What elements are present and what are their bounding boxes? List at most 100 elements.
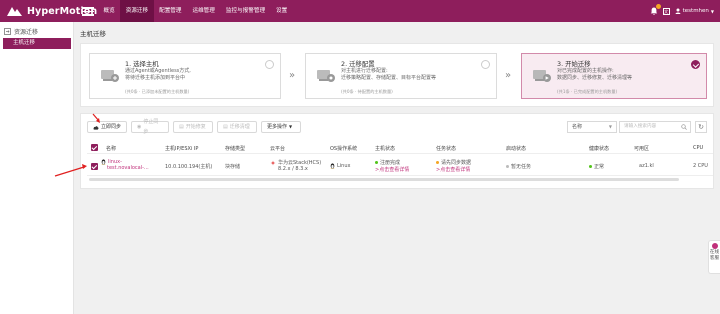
cpu-cell: 2 CPU: [693, 163, 708, 169]
horizontal-scrollbar[interactable]: [89, 178, 679, 181]
nav-item-resource-migration[interactable]: 资源迁移: [120, 0, 154, 22]
host-table-card: 立即同步 ◉ 停止同步 ▤ 开始修复 ▤ 迁移清理 更多操作 ▼ 名称 ▼ 请输…: [80, 113, 714, 189]
step-desc: 通过Agent或Agentless方式, 将待迁移主机添加到平台中: [125, 68, 191, 82]
health-text: 正常: [594, 164, 605, 170]
main-nav: 概览 资源迁移 配置管理 运维管理 监控与报警管理 设置: [98, 0, 293, 22]
config-icon: [316, 67, 336, 83]
step-radio-checked[interactable]: [691, 60, 700, 69]
table-row[interactable]: linux- test.novalocal-... 10.0.100.194(主…: [87, 156, 713, 176]
toolbar: 立即同步 ◉ 停止同步 ▤ 开始修复 ▤ 迁移清理 更多操作 ▼ 名称 ▼ 请输…: [81, 114, 713, 139]
step-migration-config[interactable]: 2. 迁移配置 对主机进行迁移配置: 迁移策略配置、存储配置、目标平台配置等 (…: [305, 53, 497, 99]
menu-toggle-icon[interactable]: [82, 5, 94, 17]
task-status-cell: 请先同步数据 >点击查看详情: [436, 159, 471, 173]
host-name-cell[interactable]: linux- test.novalocal-...: [101, 159, 149, 171]
language-icon[interactable]: 文: [662, 7, 670, 15]
user-icon: [675, 8, 681, 14]
column-header[interactable]: 可用区: [634, 145, 649, 152]
step-title: 1. 选择主机: [125, 60, 159, 68]
start-repair-button[interactable]: ▤ 开始修复: [173, 121, 213, 133]
column-header[interactable]: 任务状态: [436, 145, 456, 152]
chevron-down-icon: ▼: [710, 8, 714, 14]
migration-icon: [4, 28, 11, 35]
column-header[interactable]: 主机IP/ESXi IP: [165, 145, 198, 152]
nav-item-overview[interactable]: 概览: [98, 0, 120, 22]
status-dot: [506, 165, 509, 168]
step-title: 3. 开始迁移: [557, 60, 591, 68]
online-support-tab[interactable]: 在线 客服: [708, 240, 720, 274]
stop-sync-button[interactable]: ◉ 停止同步: [131, 119, 169, 135]
more-actions-dropdown[interactable]: 更多操作 ▼: [261, 121, 301, 133]
chevron-down-icon: ▼: [289, 124, 293, 129]
step-desc-line: 对主机进行迁移配置:: [341, 68, 388, 74]
user-menu[interactable]: testmhen ▼: [675, 8, 714, 14]
step-desc-line: 将待迁移主机添加到平台中: [125, 75, 186, 81]
sidebar-item-host-migration[interactable]: 主机迁移: [3, 38, 71, 49]
host-name-line: test.novalocal-...: [107, 165, 149, 171]
sync-now-label: 立即同步: [101, 124, 122, 130]
boot-status-text: 暂无任务: [511, 164, 532, 170]
nav-item-ops[interactable]: 运维管理: [187, 0, 220, 22]
row-checkbox[interactable]: [91, 163, 98, 170]
cloud-version: 8.2.x / 8.3.x: [278, 166, 308, 172]
table-header: 名称 主机IP/ESXi IP 存储类型 云平台 OS操作系统 主机状态 任务状…: [87, 141, 713, 154]
page-title: 主机迁移: [80, 30, 106, 38]
top-bar: HyperMotion 概览 资源迁移 配置管理 运维管理 监控与报警管理 设置…: [0, 0, 720, 22]
migration-clean-button[interactable]: ▤ 迁移清理: [217, 121, 257, 133]
nav-item-config[interactable]: 配置管理: [154, 0, 187, 22]
health-cell: 正常: [589, 163, 604, 170]
search-input[interactable]: 请输入搜索内容: [619, 121, 691, 133]
search-field-select[interactable]: 名称 ▼: [567, 121, 617, 133]
column-header[interactable]: 名称: [106, 145, 116, 152]
step-note: (共0条 · 待配置的主机数量): [341, 89, 393, 94]
step-desc-line: 数据同步、迁移修复、迁移清理等: [557, 75, 633, 81]
nav-item-settings[interactable]: 设置: [271, 0, 293, 22]
host-status-detail-link[interactable]: >点击查看详情: [375, 166, 409, 173]
column-header[interactable]: 主机状态: [375, 145, 395, 152]
sidebar: 资源迁移 主机迁移: [0, 22, 74, 314]
chevron-right-icon: »: [505, 70, 512, 81]
column-header[interactable]: 健康状态: [589, 145, 609, 152]
sidebar-section-header[interactable]: 资源迁移: [4, 27, 38, 36]
huawei-cloud-icon: [270, 160, 276, 165]
sync-now-button[interactable]: 立即同步: [87, 121, 127, 133]
chevron-right-icon: »: [289, 70, 296, 81]
step-title: 2. 迁移配置: [341, 60, 375, 68]
host-status-cell: 注册完成 >点击查看详情: [375, 159, 409, 173]
cloud-name: 华为云Stack(HCS): [278, 160, 322, 166]
linux-icon: [330, 163, 335, 169]
search-field-label: 名称: [572, 124, 583, 130]
cloud-cell: 华为云Stack(HCS) 8.2.x / 8.3.x: [270, 159, 321, 172]
linux-icon: [101, 159, 106, 165]
support-label: 客服: [709, 256, 720, 261]
column-header[interactable]: 启动状态: [506, 145, 526, 152]
migration-start-icon: [532, 67, 552, 83]
step-select-host[interactable]: 1. 选择主机 通过Agent或Agentless方式, 将待迁移主机添加到平台…: [89, 53, 281, 99]
column-header[interactable]: CPU: [693, 145, 703, 151]
refresh-icon[interactable]: ↻: [695, 121, 707, 133]
step-radio[interactable]: [481, 60, 490, 69]
boot-status-cell: 暂无任务: [506, 163, 531, 170]
status-dot: [589, 165, 592, 168]
step-desc: 对已完成配置的主机操作: 数据同步、迁移修复、迁移清理等: [557, 68, 632, 82]
column-header[interactable]: 云平台: [270, 145, 285, 152]
nav-item-monitoring[interactable]: 监控与报警管理: [220, 0, 270, 22]
os-name: Linux: [337, 163, 351, 169]
host-add-icon: [100, 67, 120, 83]
storage-cell: 块存储: [225, 164, 241, 170]
step-desc-line: 迁移策略配置、存储配置、目标平台配置等: [341, 75, 437, 81]
bell-icon[interactable]: [650, 4, 661, 15]
migration-clean-label: 迁移清理: [229, 124, 250, 130]
os-cell: Linux: [330, 163, 350, 169]
step-start-migration[interactable]: 3. 开始迁移 对已完成配置的主机操作: 数据同步、迁移修复、迁移清理等 (共1…: [521, 53, 707, 99]
step-radio[interactable]: [265, 60, 274, 69]
task-status-detail-link[interactable]: >点击查看详情: [436, 166, 471, 173]
repair-icon: ▤: [179, 124, 184, 130]
step-desc-line: 通过Agent或Agentless方式,: [125, 68, 191, 74]
notification-badge: [655, 4, 661, 9]
column-header[interactable]: OS操作系统: [330, 145, 357, 152]
more-actions-label: 更多操作: [267, 124, 288, 130]
ip-cell: 10.0.100.194(主机): [165, 164, 213, 170]
select-all-checkbox[interactable]: [91, 144, 98, 151]
column-header[interactable]: 存储类型: [225, 145, 245, 152]
search-icon[interactable]: [681, 124, 687, 130]
